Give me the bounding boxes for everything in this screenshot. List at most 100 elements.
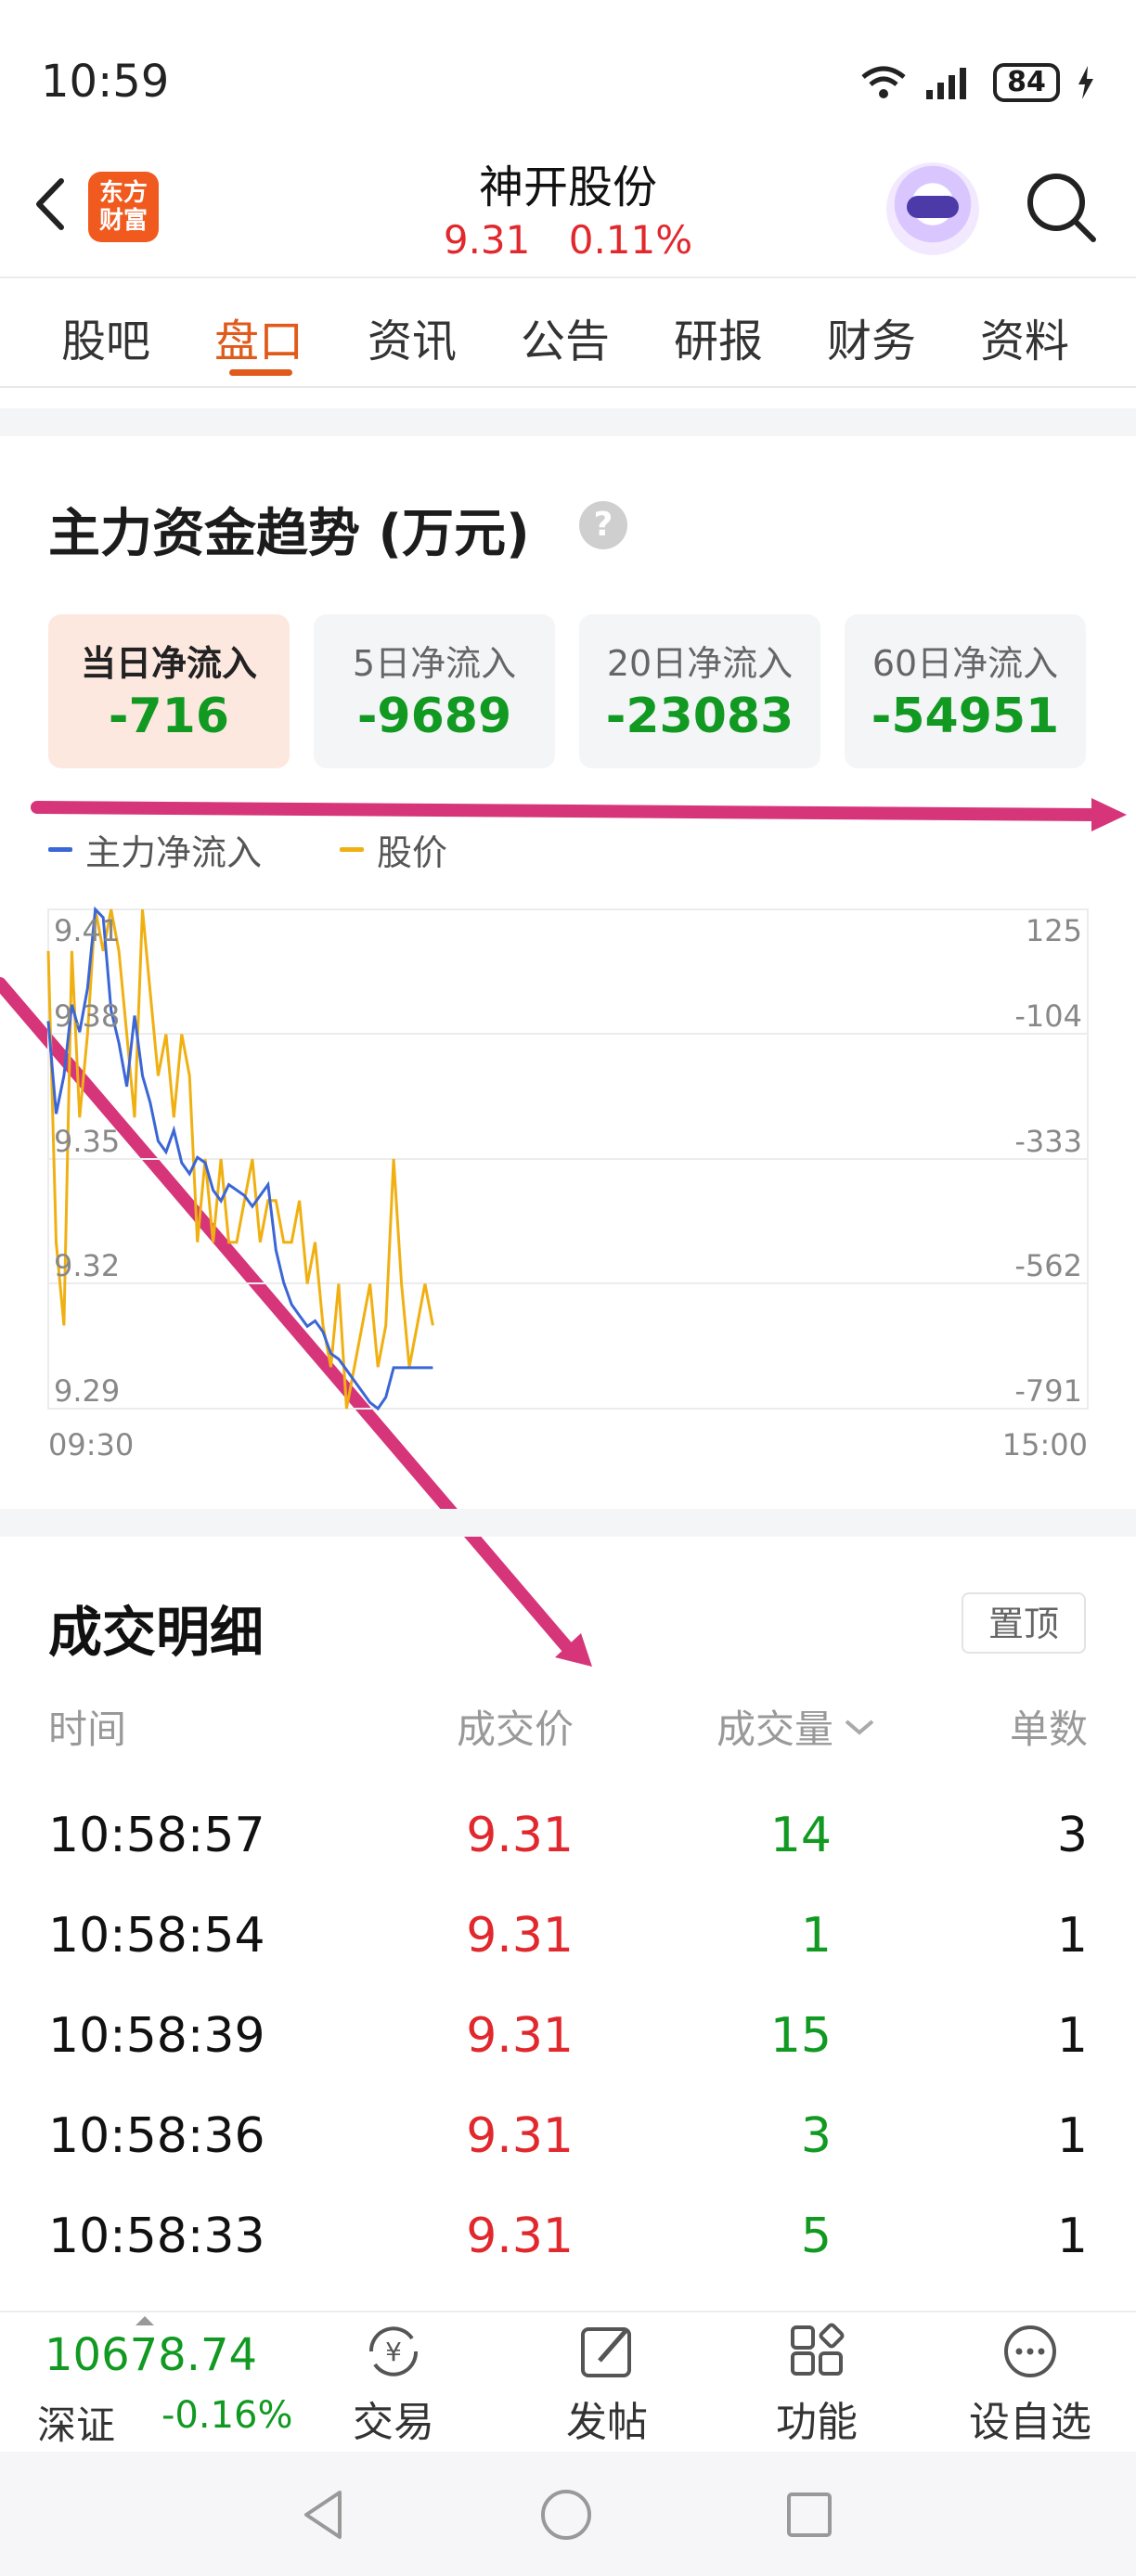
- trade-time: 10:58:57: [48, 1808, 265, 1863]
- trade-time: 10:58:33: [48, 2209, 265, 2264]
- trade-volume: 1: [800, 1908, 832, 1964]
- tab-guba[interactable]: 股吧: [61, 304, 150, 369]
- add-watchlist-button[interactable]: 设自选: [956, 2320, 1104, 2448]
- status-icons: 84: [859, 59, 1095, 106]
- legend-swatch-orange: [340, 847, 364, 852]
- section-separator: [0, 408, 1136, 436]
- trade-button[interactable]: ¥ 交易: [319, 2320, 468, 2448]
- help-icon[interactable]: ?: [579, 501, 627, 549]
- stock-price: 9.31: [443, 217, 531, 263]
- index-value[interactable]: 10678.74: [45, 2329, 257, 2381]
- trade-price: 9.31: [466, 1808, 574, 1863]
- right-axis-tick: -791: [1014, 1373, 1082, 1409]
- wifi-icon: [861, 66, 906, 98]
- trade-time: 10:58:39: [48, 2008, 265, 2064]
- nav-back-icon[interactable]: [299, 2487, 347, 2543]
- grid-icon: [791, 2323, 845, 2376]
- index-name: 深证: [37, 2402, 116, 2448]
- expand-up-icon[interactable]: [134, 2314, 156, 2327]
- table-row[interactable]: 10:58:36 9.31 3 1: [0, 2090, 1136, 2183]
- header-time: 时间: [48, 1707, 127, 1752]
- signal-icon: [926, 68, 966, 99]
- x-axis-tick: 15:00: [1002, 1427, 1088, 1462]
- header-volume-sort[interactable]: 成交量: [716, 1698, 876, 1755]
- left-axis-tick: 9.41: [54, 913, 120, 948]
- section-separator: [0, 1509, 1136, 1537]
- legend-net-inflow: 主力净流入: [48, 824, 262, 875]
- tab-news[interactable]: 资讯: [368, 304, 457, 369]
- right-axis-tick: 125: [1026, 913, 1082, 948]
- trade-count: 1: [1056, 2209, 1088, 2264]
- table-row[interactable]: 10:58:54 9.31 1 1: [0, 1889, 1136, 1982]
- table-row[interactable]: 10:58:39 9.31 15 1: [0, 1990, 1136, 2082]
- legend-swatch-blue: [48, 847, 72, 852]
- tab-pankou[interactable]: 盘口: [214, 304, 303, 369]
- trade-price: 9.31: [466, 2209, 574, 2264]
- trade-time: 10:58:36: [48, 2108, 265, 2164]
- card-label: 5日净流入: [352, 643, 517, 684]
- trade-count: 1: [1056, 1908, 1088, 1964]
- header-volume: 成交量: [716, 1707, 833, 1752]
- tab-announcements[interactable]: 公告: [521, 304, 610, 369]
- chevron-down-icon: [845, 1719, 874, 1735]
- battery-indicator: 84: [993, 63, 1060, 102]
- card-60day-inflow[interactable]: 60日净流入 -54951: [845, 614, 1086, 768]
- trade-count: 1: [1056, 2008, 1088, 2064]
- more-icon: [1004, 2325, 1056, 2377]
- assistant-avatar[interactable]: [886, 162, 979, 255]
- active-tab-indicator: [229, 369, 292, 376]
- left-axis-tick: 9.29: [54, 1373, 120, 1409]
- card-label: 当日净流入: [80, 643, 257, 684]
- functions-button[interactable]: 功能: [742, 2320, 891, 2448]
- header-count: 单数: [1009, 1707, 1088, 1752]
- tab-profile[interactable]: 资料: [980, 304, 1069, 369]
- table-row[interactable]: 10:58:57 9.31 14 3: [0, 1789, 1136, 1882]
- trade-time: 10:58:54: [48, 1908, 265, 1964]
- fund-trend-title: 主力资金趋势 (万元): [48, 504, 530, 564]
- svg-text:¥: ¥: [385, 2337, 402, 2367]
- legend-label: 主力净流入: [85, 832, 263, 873]
- tabs-divider: [0, 386, 1136, 388]
- post-button[interactable]: 发帖: [533, 2320, 681, 2448]
- pin-to-top-button[interactable]: 置顶: [962, 1592, 1086, 1654]
- nav-home-icon[interactable]: [538, 2487, 594, 2543]
- card-value: -9689: [356, 689, 512, 744]
- index-change: -0.16%: [161, 2394, 293, 2437]
- table-row[interactable]: 10:58:33 9.31 5 1: [0, 2190, 1136, 2283]
- trade-volume: 15: [769, 2008, 832, 2064]
- status-time: 10:59: [41, 56, 170, 108]
- trade-volume: 3: [800, 2108, 832, 2164]
- legend-label: 股价: [377, 832, 448, 873]
- right-axis-tick: -104: [1014, 998, 1082, 1034]
- trade-count: 1: [1056, 2108, 1088, 2164]
- tab-financials[interactable]: 财务: [827, 304, 916, 369]
- left-axis-tick: 9.38: [54, 998, 120, 1034]
- stock-change: 0.11%: [568, 217, 693, 263]
- left-axis-tick: 9.32: [54, 1248, 120, 1283]
- edit-icon: [581, 2327, 631, 2377]
- legend-price: 股价: [340, 824, 447, 875]
- trade-count: 3: [1056, 1808, 1088, 1863]
- card-today-inflow[interactable]: 当日净流入 -716: [48, 614, 290, 768]
- add-watchlist-label: 设自选: [969, 2399, 1091, 2446]
- post-label: 发帖: [566, 2399, 648, 2446]
- card-5day-inflow[interactable]: 5日净流入 -9689: [314, 614, 555, 768]
- search-icon[interactable]: [1021, 167, 1101, 247]
- nav-recents-icon[interactable]: [785, 2491, 833, 2539]
- card-20day-inflow[interactable]: 20日净流入 -23083: [579, 614, 820, 768]
- trade-price: 9.31: [466, 1908, 574, 1964]
- trade-volume: 5: [800, 2209, 832, 2264]
- trade-volume: 14: [769, 1808, 832, 1863]
- x-axis-tick: 09:30: [48, 1427, 134, 1462]
- charging-icon: [1078, 66, 1093, 99]
- trade-price: 9.31: [466, 2008, 574, 2064]
- card-label: 20日净流入: [606, 643, 794, 684]
- card-value: -23083: [605, 689, 794, 744]
- card-value: -54951: [871, 689, 1060, 744]
- fund-flow-chart[interactable]: 9.41 9.38 9.35 9.32 9.29 125 -104 -333 -562 -791 0…: [0, 891, 1136, 1475]
- card-value: -716: [108, 689, 230, 744]
- header-price: 成交价: [456, 1707, 574, 1752]
- tab-bar: 股吧 盘口 资讯 公告 研报 财务 资料: [0, 278, 1136, 386]
- tab-research[interactable]: 研报: [674, 304, 763, 369]
- trade-price: 9.31: [466, 2108, 574, 2164]
